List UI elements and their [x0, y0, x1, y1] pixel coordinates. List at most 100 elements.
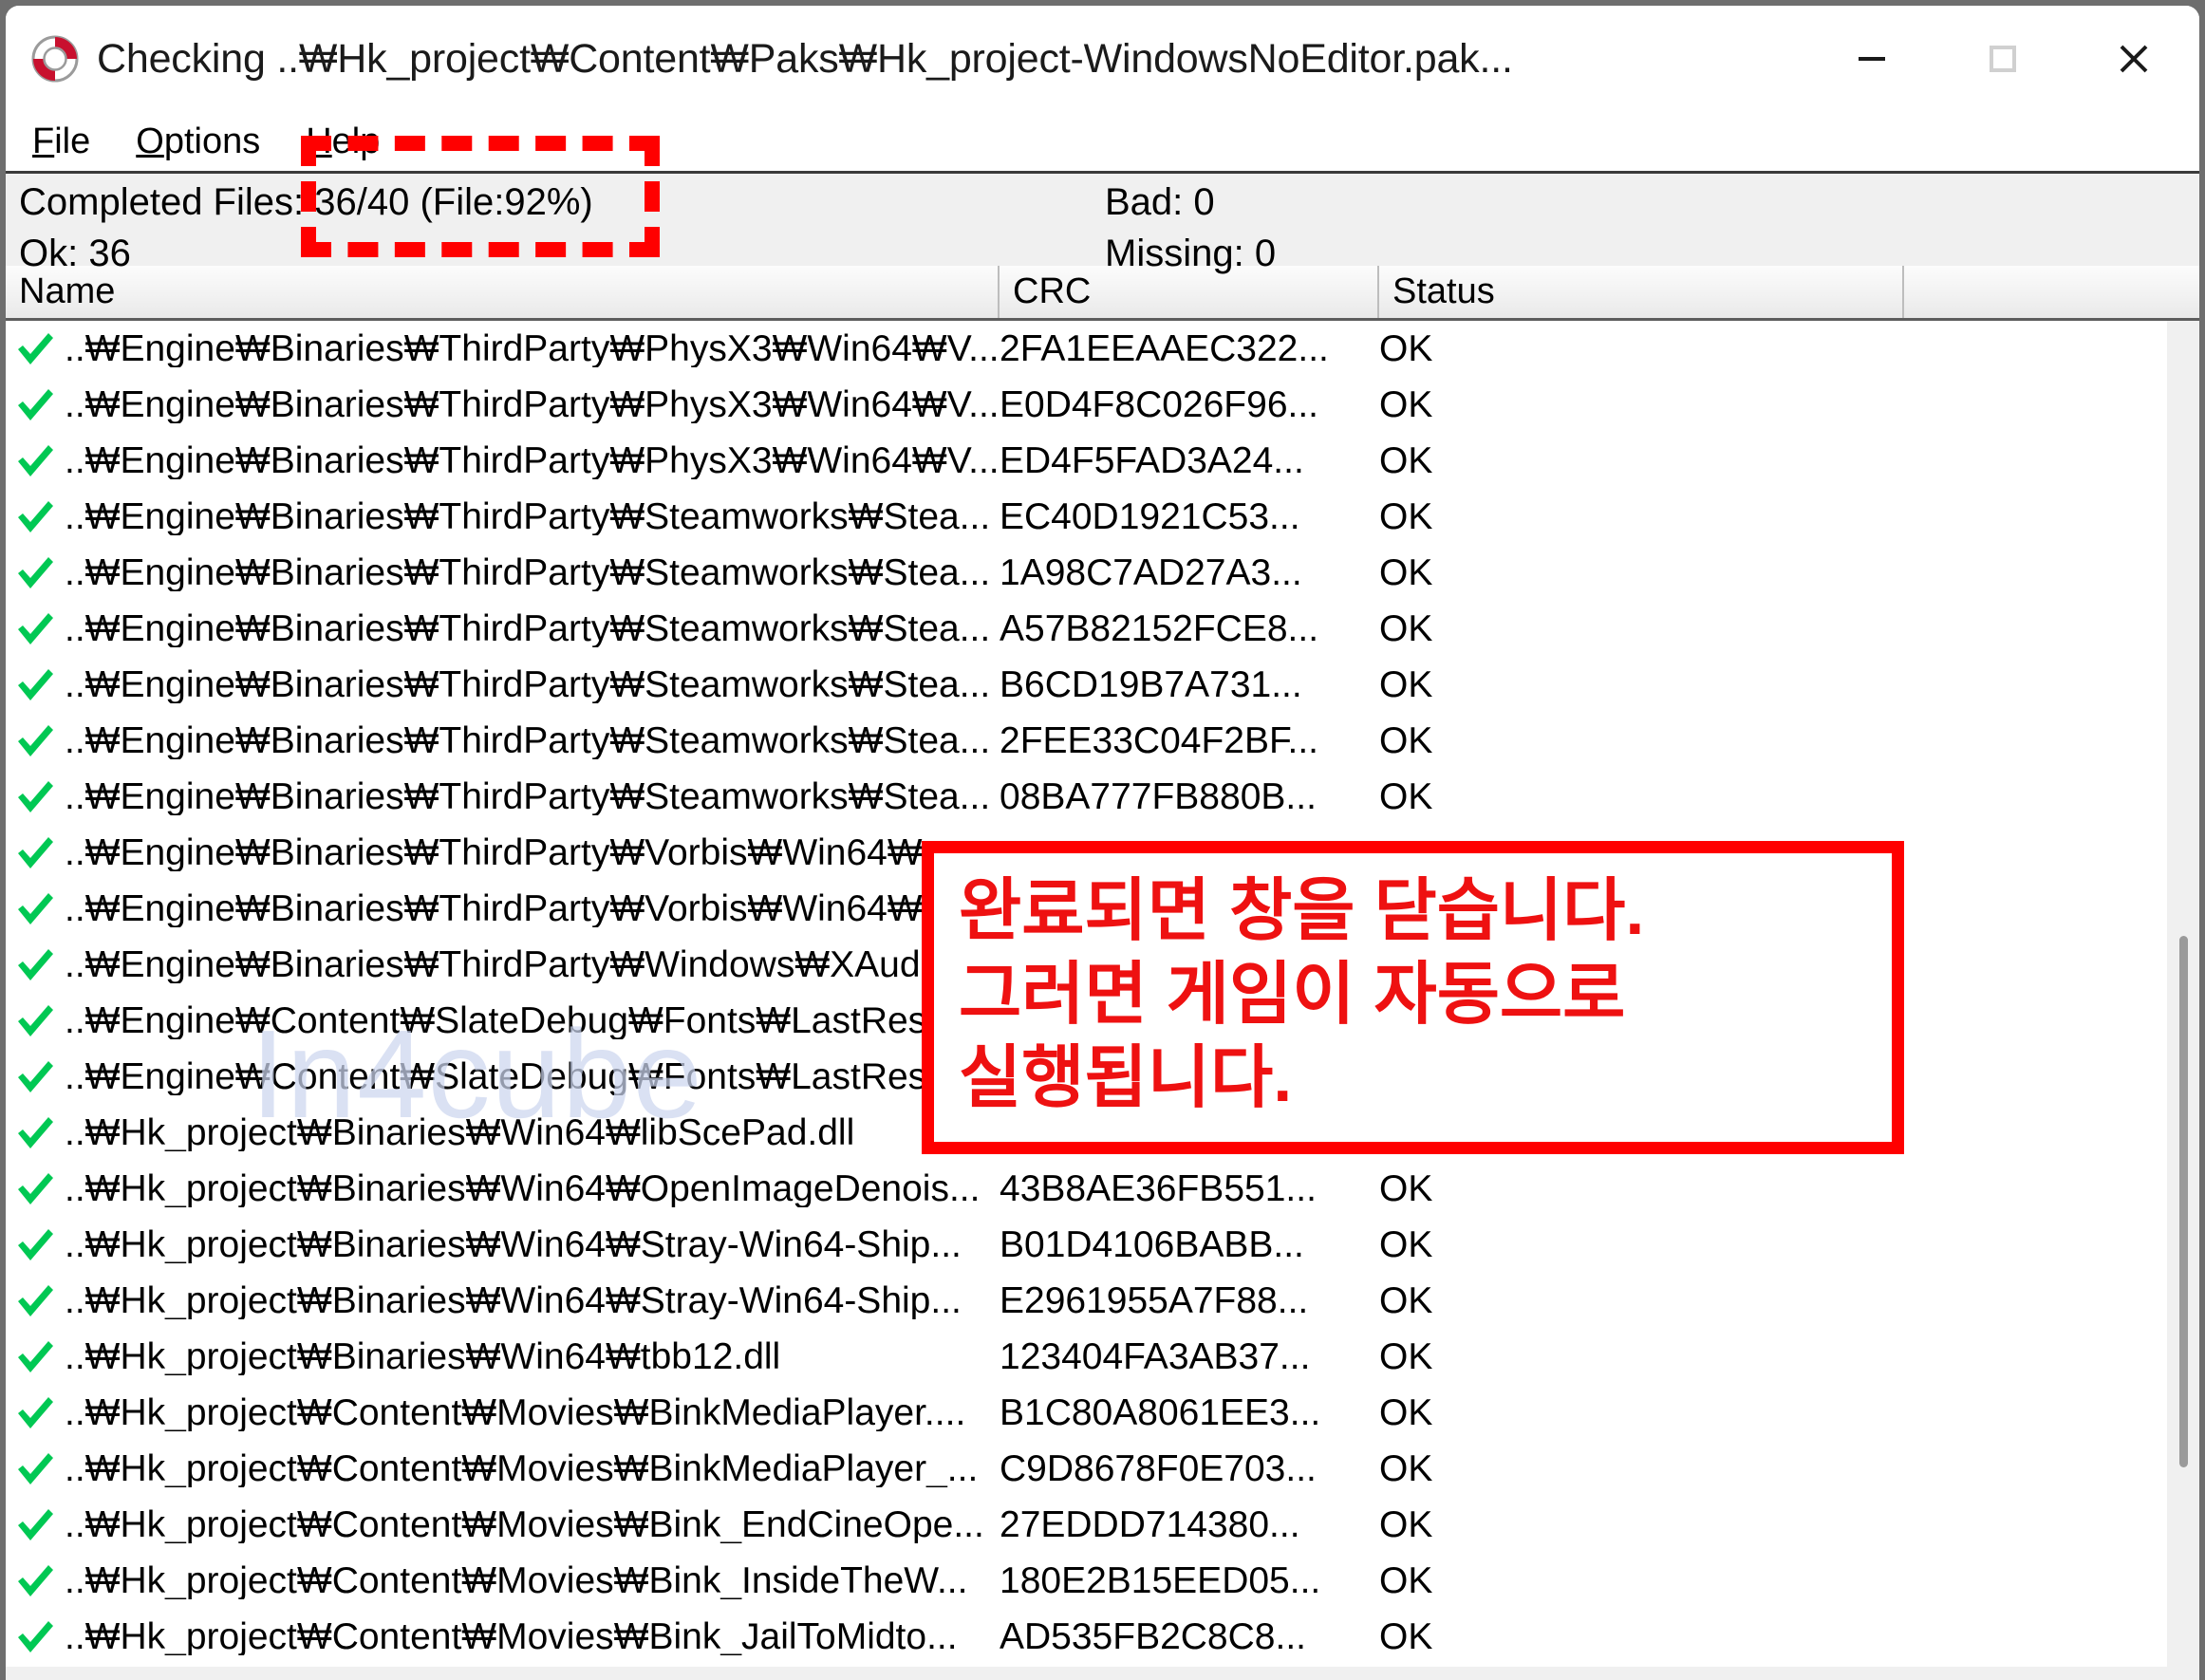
table-row[interactable]: ..₩Hk_project₩Content₩Movies₩Bink_JailTo… — [6, 1609, 2199, 1665]
vertical-scrollbar[interactable] — [2167, 321, 2199, 1677]
menu-item-file[interactable]: File — [32, 123, 90, 159]
cell-status: OK — [1379, 1168, 1433, 1209]
check-icon — [6, 440, 65, 482]
title-bar[interactable]: Checking ..₩Hk_project₩Content₩Paks₩Hk_p… — [6, 6, 2199, 112]
table-row[interactable]: ..₩Hk_project₩Binaries₩Win64₩OpenImageDe… — [6, 1161, 2199, 1217]
cell-status: OK — [1379, 664, 1433, 705]
cell-name: ..₩Hk_project₩Content₩Movies₩Bink_Inside… — [65, 1562, 968, 1599]
table-row[interactable]: ..₩Engine₩Binaries₩ThirdParty₩PhysX3₩Win… — [6, 433, 2199, 489]
cell-crc: 27EDDD714380... — [1000, 1506, 1300, 1543]
minimize-button[interactable] — [1806, 6, 1937, 112]
table-row[interactable]: ..₩Hk_project₩Binaries₩Win64₩Stray-Win64… — [6, 1273, 2199, 1329]
check-icon — [6, 720, 65, 762]
cell-crc: ED4F5FAD3A24... — [1000, 442, 1304, 479]
cell-crc: AD535FB2C8C8... — [1000, 1618, 1306, 1655]
check-icon — [6, 1168, 65, 1210]
cell-name: ..₩Hk_project₩Content₩Movies₩BinkMediaPl… — [65, 1450, 979, 1487]
annotation-line-1: 완료되면 창을 닫습니다. — [959, 873, 1645, 949]
table-row[interactable]: ..₩Engine₩Binaries₩ThirdParty₩Steamworks… — [6, 489, 2199, 545]
cell-name: ..₩Engine₩Binaries₩ThirdParty₩Steamworks… — [65, 722, 991, 759]
column-header-extra[interactable] — [1904, 266, 2199, 318]
cell-status: OK — [1379, 1336, 1433, 1377]
cell-status: OK — [1379, 440, 1433, 481]
cell-crc: 08BA777FB880B... — [1000, 778, 1317, 815]
cell-crc: B01D4106BABB... — [1000, 1226, 1304, 1263]
cell-name: ..₩Hk_project₩Binaries₩Win64₩Stray-Win64… — [65, 1282, 962, 1319]
cell-name: ..₩Engine₩Binaries₩ThirdParty₩Steamworks… — [65, 554, 991, 591]
window-controls — [1806, 6, 2199, 112]
table-row[interactable]: ..₩Hk_project₩Binaries₩Win64₩Stray-Win64… — [6, 1217, 2199, 1273]
cell-name: ..₩Hk_project₩Content₩Movies₩Bink_EndCin… — [65, 1506, 984, 1543]
table-row[interactable]: ..₩Hk_project₩Content₩Movies₩BinkMediaPl… — [6, 1441, 2199, 1497]
cell-name: ..₩Hk_project₩Binaries₩Win64₩Stray-Win64… — [65, 1226, 962, 1263]
menu-item-help[interactable]: Help — [306, 123, 380, 159]
table-row[interactable]: ..₩Engine₩Binaries₩ThirdParty₩Steamworks… — [6, 657, 2199, 713]
table-row[interactable]: ..₩Engine₩Binaries₩ThirdParty₩PhysX3₩Win… — [6, 321, 2199, 377]
table-row[interactable]: ..₩Hk_project₩Binaries₩Win64₩tbb12.dll 12… — [6, 1329, 2199, 1385]
cell-name: ..₩Engine₩Content₩SlateDebug₩Fonts₩LastR… — [65, 1002, 958, 1039]
cell-name: ..₩Engine₩Content₩SlateDebug₩Fonts₩LastR… — [65, 1058, 958, 1095]
check-icon — [6, 1112, 65, 1154]
cell-name: ..₩Hk_project₩Binaries₩Win64₩OpenImageDe… — [65, 1170, 981, 1207]
maximize-button[interactable] — [1937, 6, 2068, 112]
cell-name: ..₩Engine₩Binaries₩ThirdParty₩PhysX3₩Win… — [65, 330, 1000, 367]
status-panel: Completed Files: 36/40 (File:92%) Ok: 36… — [6, 171, 2199, 272]
check-icon — [6, 496, 65, 538]
table-row[interactable]: ..₩Hk_project₩Content₩Movies₩Bink_Inside… — [6, 1553, 2199, 1609]
window-title: Checking ..₩Hk_project₩Content₩Paks₩Hk_p… — [97, 35, 1513, 82]
check-icon — [6, 664, 65, 706]
cell-crc: 2FA1EEAAEC322... — [1000, 330, 1329, 367]
cell-crc: 43B8AE36FB551... — [1000, 1170, 1317, 1207]
cell-crc: B6CD19B7A731... — [1000, 666, 1302, 703]
table-row[interactable]: ..₩Engine₩Binaries₩ThirdParty₩Steamworks… — [6, 545, 2199, 601]
check-icon — [6, 1448, 65, 1490]
menu-item-options[interactable]: Options — [136, 123, 260, 159]
cell-name: ..₩Hk_project₩Binaries₩Win64₩tbb12.dll — [65, 1338, 781, 1375]
column-header-name[interactable]: Name — [6, 266, 1000, 318]
cell-name: ..₩Engine₩Binaries₩ThirdParty₩PhysX3₩Win… — [65, 442, 1000, 479]
check-icon — [6, 552, 65, 594]
ok-count-label: Ok: 36 — [19, 233, 131, 274]
cell-name: ..₩Engine₩Binaries₩ThirdParty₩PhysX3₩Win… — [65, 386, 1000, 423]
menu-bar: File Options Help — [6, 112, 2199, 171]
table-row[interactable]: ..₩Hk_project₩Content₩Movies₩BinkMediaPl… — [6, 1385, 2199, 1441]
cell-name: ..₩Hk_project₩Content₩Movies₩Bink_JailTo… — [65, 1618, 958, 1655]
check-icon — [6, 1392, 65, 1434]
check-icon — [6, 384, 65, 426]
check-icon — [6, 608, 65, 650]
cell-name: ..₩Engine₩Binaries₩ThirdParty₩Vorbis₩Win… — [65, 834, 954, 871]
check-icon — [6, 832, 65, 874]
cell-status: OK — [1379, 1392, 1433, 1433]
scrollbar-thumb[interactable] — [2179, 936, 2188, 1467]
list-column-headers: Name CRC Status — [6, 266, 2199, 321]
cell-name: ..₩Engine₩Binaries₩ThirdParty₩Windows₩XA… — [65, 946, 952, 983]
cell-name: ..₩Hk_project₩Content₩Movies₩BinkMediaPl… — [65, 1394, 966, 1431]
table-row[interactable]: ..₩Engine₩Binaries₩ThirdParty₩Steamworks… — [6, 713, 2199, 769]
cell-name: ..₩Engine₩Binaries₩ThirdParty₩Steamworks… — [65, 498, 991, 535]
check-icon — [6, 776, 65, 818]
table-row[interactable]: ..₩Engine₩Binaries₩ThirdParty₩Steamworks… — [6, 769, 2199, 825]
close-button[interactable] — [2068, 6, 2199, 112]
cell-crc: 180E2B15EED05... — [1000, 1562, 1321, 1599]
table-row[interactable]: ..₩Engine₩Binaries₩ThirdParty₩PhysX3₩Win… — [6, 377, 2199, 433]
cell-status: OK — [1379, 1560, 1433, 1601]
cell-crc: E0D4F8C026F96... — [1000, 386, 1319, 423]
cell-status: OK — [1379, 1224, 1433, 1265]
column-header-status[interactable]: Status — [1379, 266, 1904, 318]
lifebuoy-icon — [30, 34, 80, 84]
cell-crc: C9D8678F0E703... — [1000, 1450, 1317, 1487]
table-row[interactable]: ..₩Hk_project₩Content₩Movies₩Bink_EndCin… — [6, 1497, 2199, 1553]
cell-name: ..₩Hk_project₩Binaries₩Win64₩libScePad.d… — [65, 1114, 855, 1151]
table-row[interactable]: ..₩Engine₩Binaries₩ThirdParty₩Steamworks… — [6, 601, 2199, 657]
check-icon — [6, 1224, 65, 1266]
cell-status: OK — [1379, 328, 1433, 369]
cell-status: OK — [1379, 384, 1433, 425]
cell-crc: A57B82152FCE8... — [1000, 610, 1319, 647]
cell-crc: EC40D1921C53... — [1000, 498, 1300, 535]
check-icon — [6, 1056, 65, 1098]
cell-name: ..₩Engine₩Binaries₩ThirdParty₩Steamworks… — [65, 610, 991, 647]
cell-crc: 1A98C7AD27A3... — [1000, 554, 1302, 591]
missing-count-label: Missing: 0 — [1105, 233, 1277, 274]
check-icon — [6, 1000, 65, 1042]
check-icon — [6, 888, 65, 930]
